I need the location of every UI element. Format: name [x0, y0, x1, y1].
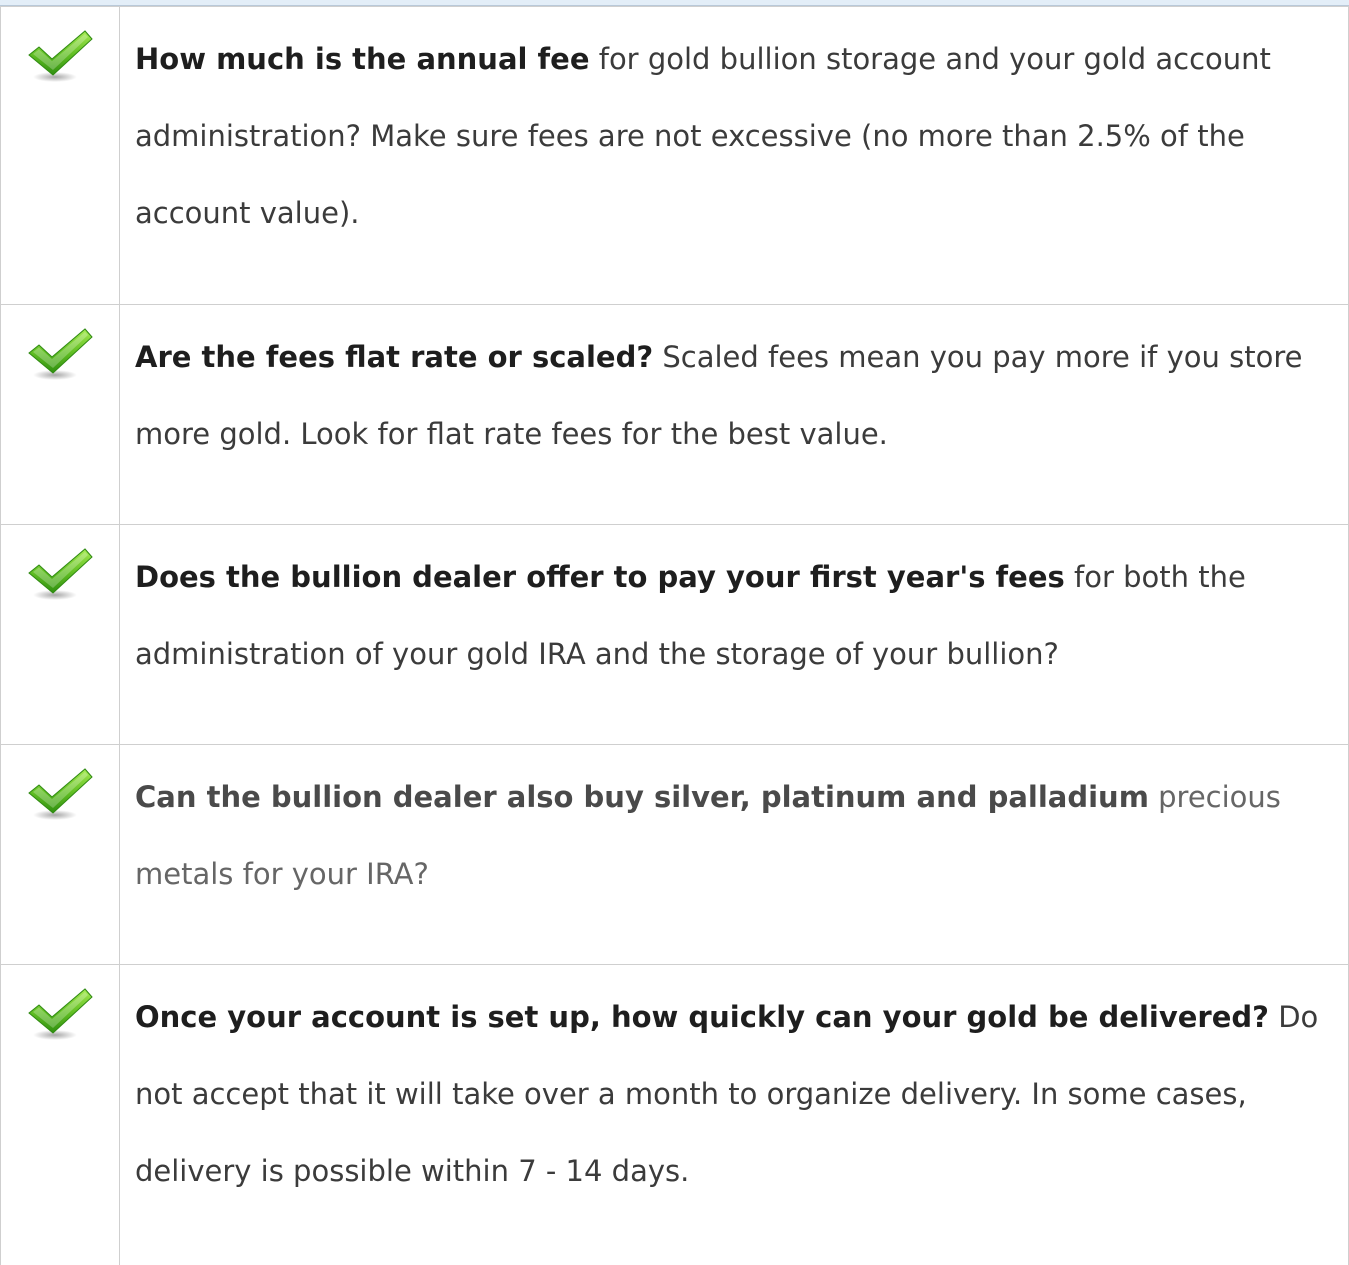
check-icon [25, 323, 95, 383]
item-lead: Once your account is set up, how quickly… [135, 1000, 1269, 1034]
item-lead: Can the bullion dealer also buy silver, … [135, 780, 1149, 814]
checklist-table: How much is the annual fee for gold bull… [0, 6, 1349, 1265]
checklist-row: Once your account is set up, how quickly… [0, 964, 1349, 1265]
checklist-row: Does the bullion dealer offer to pay you… [0, 524, 1349, 745]
item-text: How much is the annual fee for gold bull… [119, 6, 1349, 305]
item-text: Are the fees flat rate or scaled? Scaled… [119, 304, 1349, 525]
icon-cell [0, 304, 120, 525]
item-text: Once your account is set up, how quickly… [119, 964, 1349, 1265]
item-lead: How much is the annual fee [135, 42, 590, 76]
item-lead: Does the bullion dealer offer to pay you… [135, 560, 1065, 594]
check-icon [25, 25, 95, 85]
item-text: Does the bullion dealer offer to pay you… [119, 524, 1349, 745]
checklist-row: Are the fees flat rate or scaled? Scaled… [0, 304, 1349, 525]
icon-cell [0, 744, 120, 965]
checklist-row: Can the bullion dealer also buy silver, … [0, 744, 1349, 965]
checklist-row: How much is the annual fee for gold bull… [0, 6, 1349, 305]
icon-cell [0, 6, 120, 305]
check-icon [25, 983, 95, 1043]
icon-cell [0, 524, 120, 745]
item-lead: Are the fees flat rate or scaled? [135, 340, 654, 374]
check-icon [25, 543, 95, 603]
check-icon [25, 763, 95, 823]
item-text: Can the bullion dealer also buy silver, … [119, 744, 1349, 965]
icon-cell [0, 964, 120, 1265]
